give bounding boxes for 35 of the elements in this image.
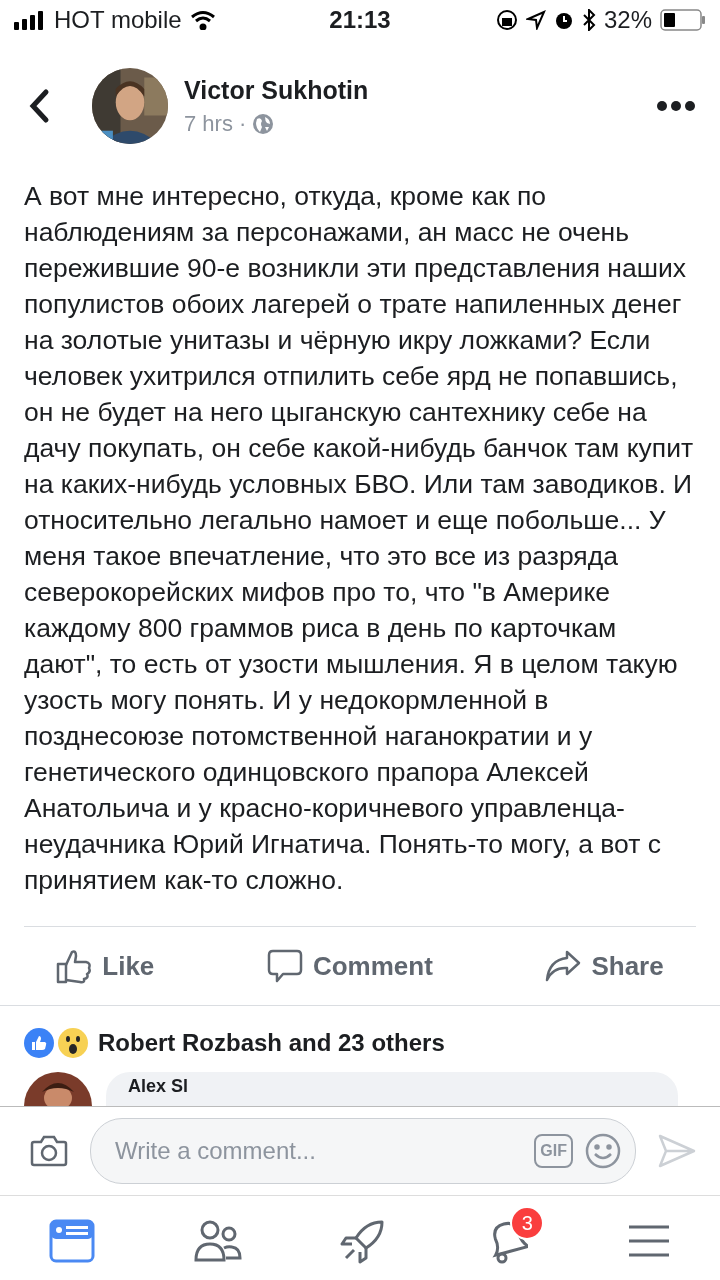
thumbs-up-icon [56,948,93,984]
friends-icon [193,1220,242,1262]
separator-dot: · [238,110,247,137]
wifi-icon [189,10,216,30]
commenter-name[interactable]: Alex Sl [128,1076,189,1096]
carrier-name: HOT mobile [54,6,182,34]
bluetooth-icon [581,9,596,31]
battery-icon [660,9,706,31]
back-icon[interactable] [28,88,50,124]
location-arrow-icon [525,10,546,30]
post-time: 7 hrs [184,110,233,137]
author-name[interactable]: Victor Sukhotin [184,75,656,105]
share-arrow-icon [545,950,582,982]
news-feed-icon [49,1219,96,1263]
signal-icon [14,10,46,30]
post-text: А вот мне интересно, откуда, кроме как по наблюдениям за персонажами, ан масс не очень пережившие 90-е возникли эти представления наших популистов обоих лагерей о трате напиленных денег на золотые унитазы и чёрную икру ложками? Если человек ухитрился отпилить себе ярд не попавшись, он не будет на него цыганскую сантехнику себе на дачу покупать, он себе какой-нибудь банчок там купит на каких-нибудь условных БВО. Или там заводиков. И относительно легально намоет и еще побольше... У меня такое впечатление, что это все из разряда северокорейских мифов про то, что "в Америке каждому 800 граммов риса в день по карточкам дают", то есть от узости мышления. Я в целом такую узость могу понять. И у недокормленной в позднесоюзе потомственной наганократии и у генетического одинцовского прапора Алексей Анатольича и у красно-коричневого управленца-неудачника Юрий Игнатича. Понять-то могу, а вот с принятием как-то сложно. [24,180,695,897]
notifications-tab[interactable]: 3 [466,1204,547,1272]
alarm-clock-icon [553,10,574,30]
smiley-icon[interactable] [585,1133,621,1169]
globe-icon [252,112,275,135]
speech-bubble-icon [266,948,303,984]
rocket-icon [339,1218,386,1264]
camera-icon[interactable] [30,1135,68,1167]
menu-icon [626,1223,671,1259]
more-options-icon[interactable] [656,100,696,112]
notification-count: 3 [510,1206,545,1240]
like-reaction-icon [24,1028,54,1058]
battery-percentage: 32% [603,6,652,34]
clock-time: 21:13 [329,6,391,34]
rotation-lock-icon [495,9,518,31]
like-button[interactable]: Like [50,947,161,985]
reactions-summary[interactable]: Robert Rozbash and 23 others [98,1029,445,1057]
wow-reaction-icon [58,1028,88,1058]
share-button[interactable]: Share [539,949,670,983]
comment-button[interactable]: Comment [260,947,439,985]
